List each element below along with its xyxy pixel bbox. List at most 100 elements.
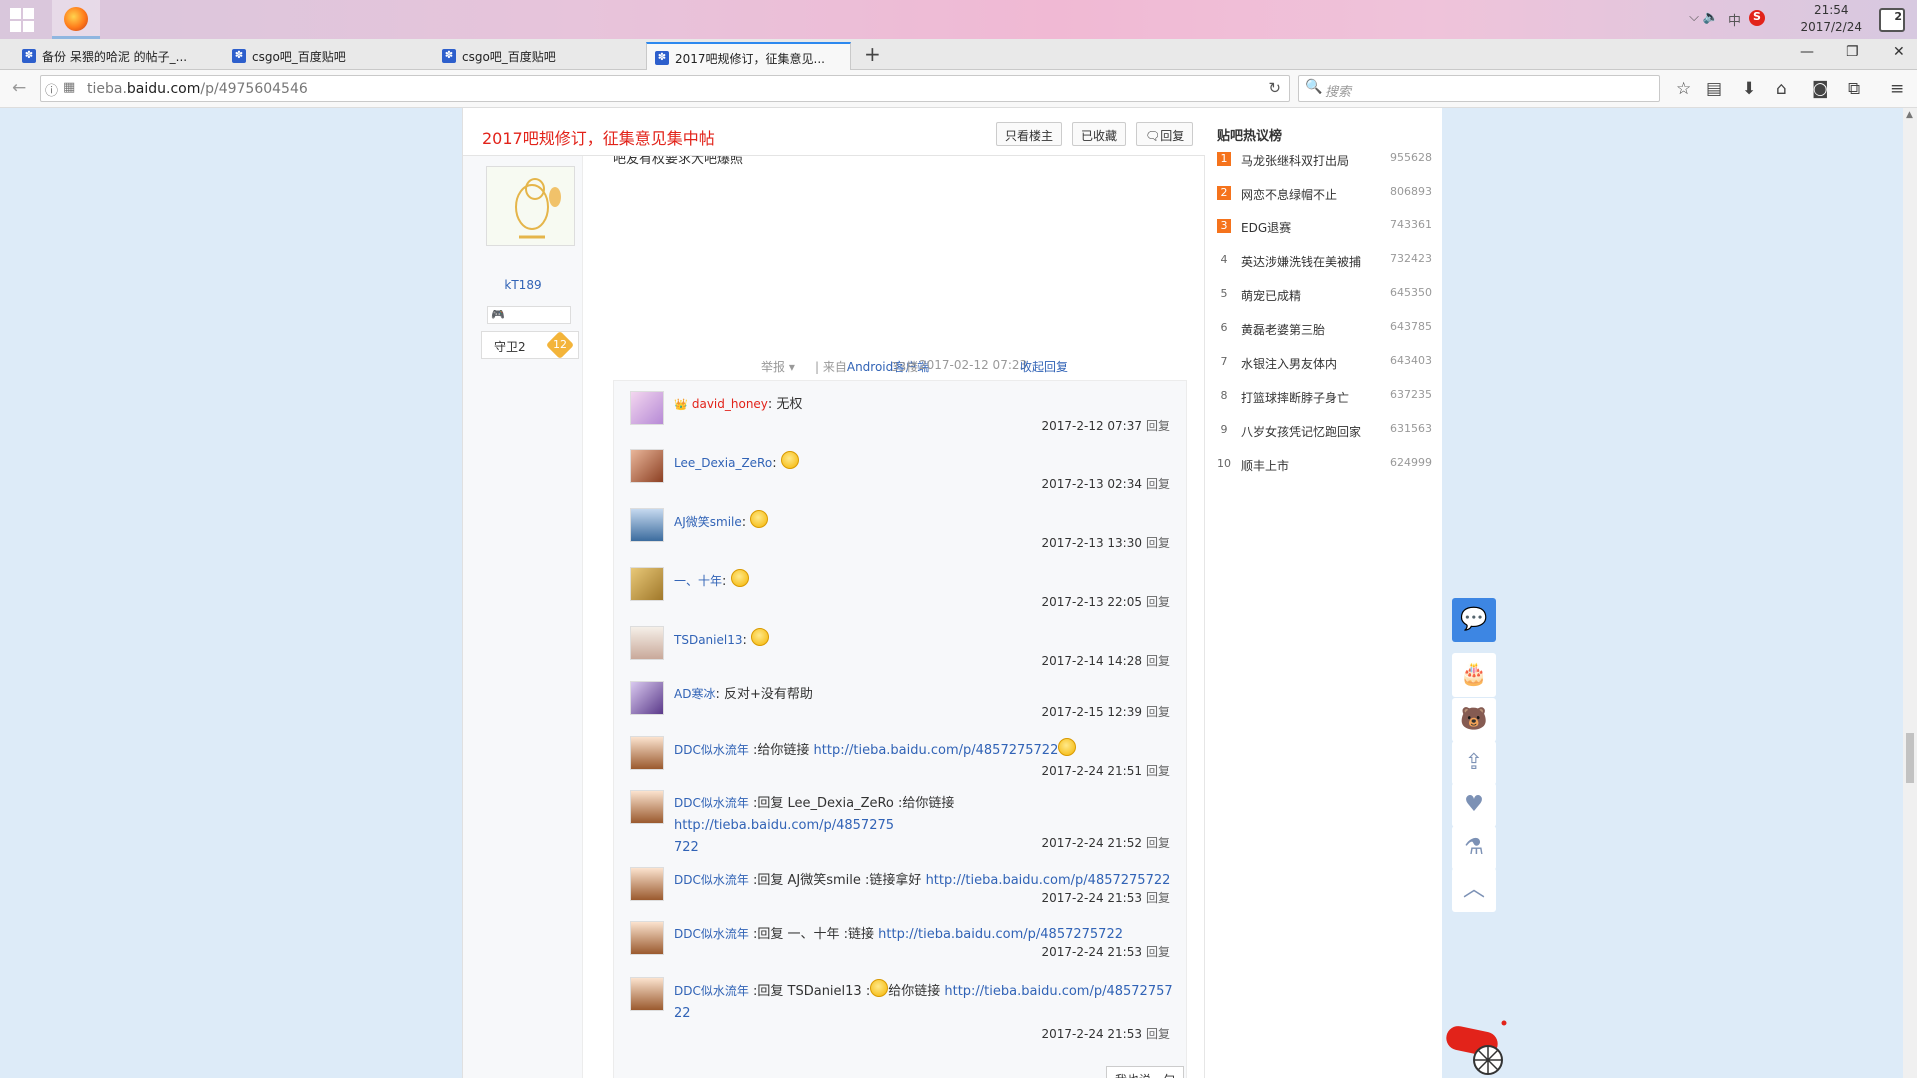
url-text[interactable]: tieba.baidu.com/p/4975604546 [87,81,308,97]
commenter-avatar[interactable] [630,867,664,901]
comment-reply-link[interactable]: 回复 [1146,595,1170,609]
commenter-name[interactable]: DDC似水流年 [674,984,749,998]
input-method-indicator[interactable]: 中 [1728,10,1741,29]
author-avatar[interactable] [486,166,575,246]
hot-topic-item[interactable]: 2 网恋不息绿帽不止 806893 [1217,185,1432,205]
comment-link-cont[interactable]: 722 [674,840,699,855]
commenter-avatar[interactable] [630,626,664,660]
hot-topic-item[interactable]: 6 黄磊老婆第三胎 643785 [1217,320,1433,340]
windows-start-icon[interactable] [10,8,36,34]
commenter-avatar[interactable] [630,790,664,824]
commenter-avatar[interactable] [630,736,664,770]
browser-tab[interactable]: ✽ 备份 呆猥的哈泥 的帖子_... [14,42,219,70]
screenshot-icon[interactable]: ⧉ [1848,79,1860,99]
search-field[interactable]: 🔍 搜索 [1298,75,1660,102]
comment-link-cont[interactable]: 22 [674,1006,691,1021]
scrollbar-thumb[interactable] [1906,733,1914,783]
commenter-avatar[interactable] [630,921,664,955]
report-link[interactable]: 举报 ▾ [761,358,795,375]
commenter-name[interactable]: AJ微笑smile [674,515,742,529]
comment-reply-link[interactable]: 回复 [1146,705,1170,719]
only-author-button[interactable]: 只看楼主 [996,122,1063,146]
hot-topic-item[interactable]: 9 八岁女孩凭记忆跑回家 631563 [1217,422,1433,442]
comment-reply-link[interactable]: 回复 [1146,836,1170,850]
commenter-name[interactable]: TSDaniel13 [674,633,742,647]
sogou-ime-icon[interactable]: S [1749,10,1765,26]
comment-reply-link[interactable]: 回复 [1146,477,1170,491]
favorite-button[interactable]: 已收藏 [1072,122,1127,146]
close-window-icon[interactable]: ✕ [1893,44,1905,60]
back-to-top-button[interactable]: ︿ [1452,868,1496,912]
commenter-avatar[interactable] [630,391,664,425]
restore-icon[interactable]: ❐ [1846,44,1859,60]
commenter-name[interactable]: DDC似水流年 [674,796,749,810]
author-level[interactable]: 守卫2 12 [481,330,579,360]
thread-title[interactable]: 2017吧规修订，征集意见集中帖 [482,125,715,149]
tray-chevron-icon[interactable]: ⌵ [1689,10,1699,25]
comment-link[interactable]: http://tieba.baidu.com/p/4857275722 [878,927,1123,942]
collapse-replies-link[interactable]: 收起回复 [1020,358,1068,375]
commenter-name[interactable]: DDC似水流年 [674,873,749,887]
comment-reply-link[interactable]: 回复 [1146,536,1170,550]
reading-list-icon[interactable]: ▤ [1706,79,1722,99]
comment-reply-link[interactable]: 回复 [1146,945,1170,959]
hot-topic-item[interactable]: 8 打篮球摔断脖子身亡 637235 [1217,388,1433,408]
lab-float-button[interactable]: ⚗ [1452,826,1496,870]
notification-center-icon[interactable]: 2 [1879,8,1905,32]
url-bar[interactable]: ⓘ ▦ tieba.baidu.com/p/4975604546 ↻ [40,75,1290,102]
chat-float-button[interactable]: 💬 [1452,598,1496,642]
commenter-name[interactable]: DDC似水流年 [674,927,749,941]
favorite-float-button[interactable]: ♥ [1452,783,1496,827]
comment-link[interactable]: http://tieba.baidu.com/p/4857275722 [926,873,1171,888]
volume-icon[interactable]: 🔈 [1703,10,1719,25]
comment-reply-link[interactable]: 回复 [1146,764,1170,778]
comment-link[interactable]: http://tieba.baidu.com/p/4857275722 [814,743,1059,758]
commenter-avatar[interactable] [630,977,664,1011]
author-badge-bar[interactable]: 🎮 [487,306,571,324]
search-engine-icon[interactable]: 🔍 [1305,79,1322,95]
browser-tab[interactable]: ✽ csgo吧_百度贴吧 [224,42,424,70]
comment-link[interactable]: http://tieba.baidu.com/p/48572757 [944,984,1172,999]
back-icon[interactable]: ← [12,78,26,98]
mascot-float-button[interactable]: 🐻 [1452,698,1496,742]
add-comment-button[interactable]: 我也说一句 [1106,1066,1185,1078]
commenter-name[interactable]: 一、十年 [674,574,722,588]
reply-button[interactable]: 🗨回复 [1136,122,1194,146]
comment-reply-link[interactable]: 回复 [1146,419,1170,433]
gift-float-button[interactable]: 🎂 [1452,653,1496,697]
commenter-avatar[interactable] [630,681,664,715]
comment-link[interactable]: http://tieba.baidu.com/p/4857275 [674,818,894,833]
bookmark-star-icon[interactable]: ☆ [1676,79,1691,99]
hot-topic-item[interactable]: 1 马龙张继科双打出局 955628 [1217,151,1432,171]
commenter-name[interactable]: david_honey [692,397,768,411]
hot-topic-item[interactable]: 10 顺丰上市 624999 [1217,456,1432,476]
commenter-avatar[interactable] [630,449,664,483]
system-clock[interactable]: 21:54 2017/2/24 [1800,2,1862,36]
info-icon[interactable]: ⓘ [45,80,58,99]
pocket-icon[interactable]: ◙ [1812,79,1829,99]
commenter-name[interactable]: DDC似水流年 [674,743,749,757]
comment-reply-link[interactable]: 回复 [1146,891,1170,905]
hot-topic-item[interactable]: 4 英达涉嫌洗钱在美被捕 732423 [1217,252,1433,272]
commenter-avatar[interactable] [630,508,664,542]
minimize-icon[interactable]: — [1800,44,1814,60]
commenter-avatar[interactable] [630,567,664,601]
new-tab-icon[interactable]: + [864,42,881,66]
commenter-name[interactable]: AD寒冰 [674,687,715,701]
author-name[interactable]: kT189 [463,278,583,292]
downloads-icon[interactable]: ⬇ [1742,79,1756,99]
menu-icon[interactable]: ≡ [1890,79,1904,99]
hot-topic-item[interactable]: 7 水银注入男友体内 643403 [1217,354,1433,374]
reload-icon[interactable]: ↻ [1268,79,1281,97]
hot-topic-item[interactable]: 5 萌宠已成精 645350 [1217,286,1433,306]
scroll-up-icon[interactable]: ▲ [1906,110,1913,120]
home-icon[interactable]: ⌂ [1776,79,1787,99]
commenter-name[interactable]: Lee_Dexia_ZeRo [674,456,772,470]
share-float-button[interactable]: ⇪ [1452,741,1496,785]
page-scrollbar[interactable]: ▲ [1903,108,1917,1078]
comment-reply-link[interactable]: 回复 [1146,654,1170,668]
hot-topic-item[interactable]: 3 EDG退赛 743361 [1217,218,1432,238]
browser-tab[interactable]: ✽ csgo吧_百度贴吧 [434,42,634,70]
comment-reply-link[interactable]: 回复 [1146,1027,1170,1041]
cannon-mascot-icon[interactable] [1444,1015,1514,1078]
